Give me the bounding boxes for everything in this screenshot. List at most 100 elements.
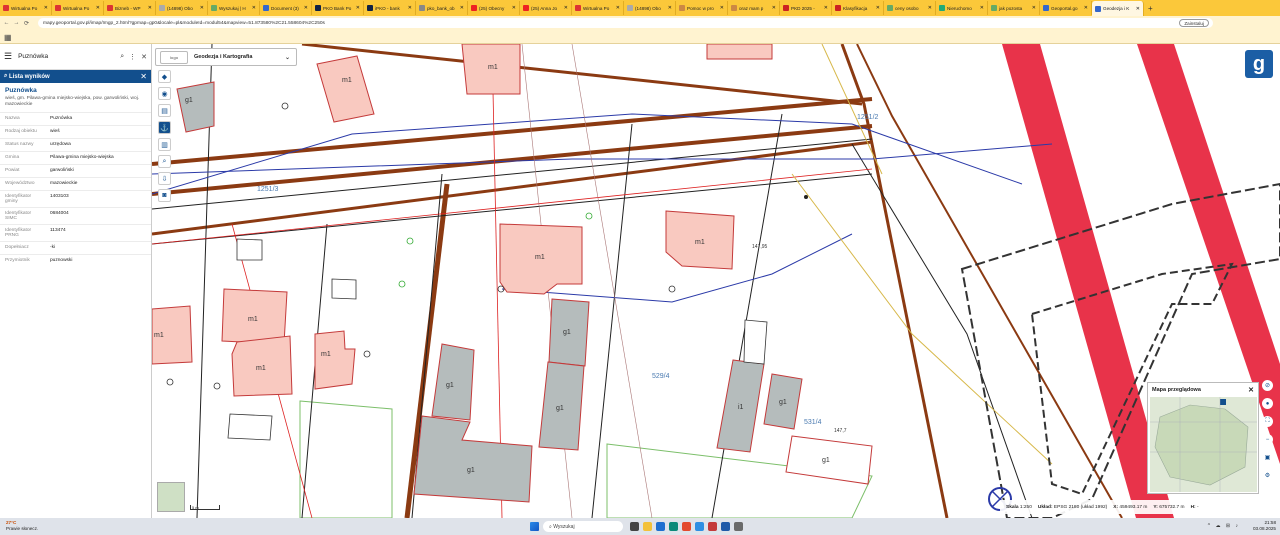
browser-tab[interactable]: ceny osobo ✕: [884, 1, 936, 15]
browser-tab[interactable]: Wirtualna Po ✕: [0, 1, 52, 15]
eye-icon[interactable]: ◉: [158, 87, 171, 100]
browser-tab[interactable]: Pomoc w pro ✕: [676, 1, 728, 15]
file-explorer-icon[interactable]: [643, 522, 652, 531]
camera-icon[interactable]: ◙: [158, 189, 171, 202]
map-canvas[interactable]: m1 m1 m1 m1 m1 m1 m1 m1 g1 g1 g1 g1 g1 g…: [152, 44, 1280, 518]
install-button[interactable]: Zainstaluj: [1179, 19, 1209, 27]
app-icon[interactable]: [695, 522, 704, 531]
chrome-icon[interactable]: [682, 522, 691, 531]
system-tray[interactable]: ^ ☁ ⊞ ♪: [1208, 523, 1240, 529]
tab-close-icon[interactable]: ✕: [720, 5, 724, 11]
identify-icon[interactable]: ⚓: [158, 121, 171, 134]
result-object-name[interactable]: Puznówka: [0, 83, 151, 96]
geoportal-g-logo[interactable]: g: [1245, 50, 1273, 78]
browser-tab[interactable]: jak pozosta ✕: [988, 1, 1040, 15]
new-tab-button[interactable]: +: [1144, 4, 1157, 13]
garage-g1[interactable]: [413, 415, 533, 503]
chevron-down-icon[interactable]: ⌄: [285, 54, 290, 61]
overview-map[interactable]: [1150, 397, 1257, 492]
basemap-switcher[interactable]: [157, 482, 185, 512]
tab-close-icon[interactable]: ✕: [876, 5, 880, 11]
browser-tab[interactable]: Klasyfikacja ✕: [832, 1, 884, 15]
tab-close-icon[interactable]: ✕: [460, 5, 464, 11]
tab-close-icon[interactable]: ✕: [1136, 6, 1140, 12]
pdf-icon[interactable]: [708, 522, 717, 531]
building-m1[interactable]: [314, 330, 356, 390]
browser-tab[interactable]: Geodezja i K ✕: [1092, 1, 1144, 16]
browser-tab[interactable]: pko_bank_ob ✕: [416, 1, 468, 15]
tab-close-icon[interactable]: ✕: [200, 5, 204, 11]
tab-close-icon[interactable]: ✕: [980, 5, 984, 11]
apps-grid-icon[interactable]: ▦: [4, 33, 12, 42]
browser-tab[interactable]: PKD 2025 - ✕: [780, 1, 832, 15]
back-icon[interactable]: ←: [3, 20, 10, 26]
tab-close-icon[interactable]: ✕: [408, 5, 412, 11]
close-icon[interactable]: ✕: [141, 53, 147, 61]
tab-close-icon[interactable]: ✕: [252, 5, 256, 11]
search-area-icon[interactable]: ⌕: [158, 155, 171, 168]
zoom-out-icon[interactable]: −: [1262, 434, 1273, 445]
system-value[interactable]: EPSG 2180 (układ 1992): [1054, 505, 1107, 510]
browser-tab[interactable]: (25) Obecny ✕: [468, 1, 520, 15]
browser-tab[interactable]: (25) Anna Jo ✕: [520, 1, 572, 15]
word-icon[interactable]: [721, 522, 730, 531]
search-input[interactable]: Puznówka: [18, 53, 48, 60]
weather-widget[interactable]: 27°C Prawie słonecz.: [6, 520, 38, 532]
tab-close-icon[interactable]: ✕: [304, 5, 308, 11]
task-view-icon[interactable]: [630, 522, 639, 531]
browser-tab[interactable]: Geoportal.go ✕: [1040, 1, 1092, 15]
browser-tab[interactable]: Wyszukaj | H ✕: [208, 1, 260, 15]
tab-close-icon[interactable]: ✕: [928, 5, 932, 11]
tab-close-icon[interactable]: ✕: [564, 5, 568, 11]
zoom-level-icon[interactable]: ●: [1262, 398, 1273, 409]
gear-icon[interactable]: ⚙: [1262, 470, 1273, 481]
browser-tab[interactable]: oraz mam p ✕: [728, 1, 780, 15]
clock[interactable]: 21:58 03.08.2025: [1253, 520, 1276, 532]
tab-close-icon[interactable]: ✕: [1084, 5, 1088, 11]
browser-tab[interactable]: Wirtualna Po ✕: [572, 1, 624, 15]
building-m1[interactable]: [706, 44, 773, 60]
store-icon[interactable]: [656, 522, 665, 531]
close-icon[interactable]: ✕: [1248, 386, 1254, 394]
browser-tab[interactable]: Document (3) ✕: [260, 1, 312, 15]
layers-icon[interactable]: ◆: [158, 70, 171, 83]
no-entry-icon[interactable]: ⊘: [1262, 380, 1273, 391]
windows-start-icon[interactable]: [530, 522, 539, 531]
overview-toggle-icon[interactable]: ▣: [1262, 452, 1273, 463]
browser-tab[interactable]: iPKO - bank ✕: [364, 1, 416, 15]
tab-close-icon[interactable]: ✕: [356, 5, 360, 11]
print-icon[interactable]: ▤: [158, 104, 171, 117]
app-icon[interactable]: [734, 522, 743, 531]
garage-g1[interactable]: [176, 81, 215, 133]
browser-tab[interactable]: (14898) Obo ✕: [156, 1, 208, 15]
browser-tab[interactable]: (14898) Obo ✕: [624, 1, 676, 15]
fullscreen-icon[interactable]: ⛶: [1262, 416, 1273, 427]
scale-value[interactable]: 1:250: [1020, 505, 1032, 510]
browser-tab[interactable]: Nieruchomo ✕: [936, 1, 988, 15]
building-m1[interactable]: [316, 55, 375, 123]
reload-icon[interactable]: ⟳: [23, 20, 30, 27]
more-icon[interactable]: ⋮: [129, 53, 136, 61]
forward-icon[interactable]: →: [13, 20, 20, 26]
menu-icon[interactable]: ☰: [4, 51, 12, 62]
taskbar-search[interactable]: ⌕ Wyszukaj: [543, 521, 623, 532]
tab-close-icon[interactable]: ✕: [772, 5, 776, 11]
document-icon[interactable]: ▥: [158, 138, 171, 151]
tab-close-icon[interactable]: ✕: [512, 5, 516, 11]
browser-tab[interactable]: Bizneb - WP ✕: [104, 1, 156, 15]
tab-close-icon[interactable]: ✕: [1032, 5, 1036, 11]
download-icon[interactable]: ⇩: [158, 172, 171, 185]
search-icon[interactable]: ⌕: [120, 53, 124, 61]
browser-tab[interactable]: PKO Bank Po ✕: [312, 1, 364, 15]
edge-icon[interactable]: [669, 522, 678, 531]
tab-close-icon[interactable]: ✕: [824, 5, 828, 11]
tab-close-icon[interactable]: ✕: [96, 5, 100, 11]
tab-close-icon[interactable]: ✕: [44, 5, 48, 11]
close-results-icon[interactable]: ✕: [140, 72, 147, 81]
tab-close-icon[interactable]: ✕: [668, 5, 672, 11]
tab-close-icon[interactable]: ✕: [148, 5, 152, 11]
browser-tab[interactable]: Wirtualna Po ✕: [52, 1, 104, 15]
module-selector[interactable]: logo Geodezja i Kartografia ⌄: [155, 48, 297, 66]
url-field[interactable]: mapy.geoportal.gov.pl/imap/Imgp_2.html?g…: [38, 18, 1213, 28]
tab-close-icon[interactable]: ✕: [616, 5, 620, 11]
